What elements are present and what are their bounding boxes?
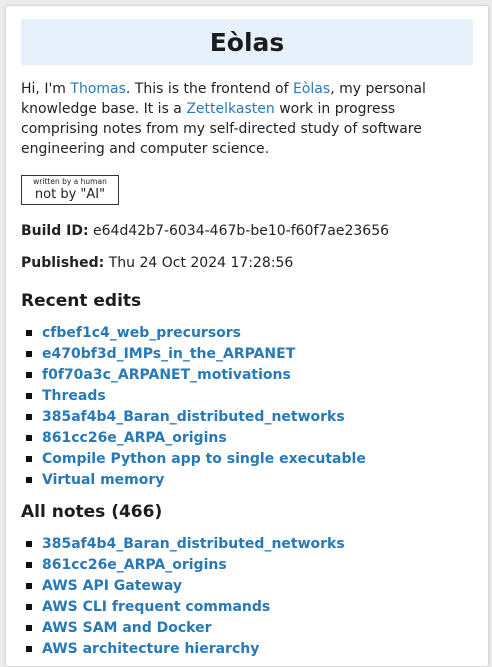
bullet-icon (26, 561, 32, 568)
note-link[interactable]: AWS API Gateway (42, 578, 182, 594)
bullet-icon (26, 434, 32, 441)
note-link[interactable]: Threads (42, 388, 106, 404)
published-value: Thu 24 Oct 2024 17:28:56 (108, 255, 294, 271)
note-link[interactable]: Virtual memory (42, 472, 164, 488)
note-link[interactable]: 385af4b4_Baran_distributed_networks (42, 409, 345, 425)
title-banner: Eòlas (21, 19, 473, 65)
note-link[interactable]: 385af4b4_Baran_distributed_networks (42, 536, 345, 552)
note-link[interactable]: AWS architecture hierarchy (42, 641, 259, 657)
list-item: cfbef1c4_web_precursors (26, 322, 473, 343)
zettelkasten-link[interactable]: Zettelkasten (186, 101, 274, 117)
site-link[interactable]: Eòlas (293, 81, 330, 97)
note-link[interactable]: f0f70a3c_ARPANET_motivations (42, 367, 291, 383)
intro-text: Hi, I'm (21, 81, 71, 97)
badge-line-1: written by a human (33, 177, 107, 186)
note-link[interactable]: cfbef1c4_web_precursors (42, 325, 241, 341)
published-label: Published: (21, 255, 105, 271)
all-notes-list: 385af4b4_Baran_distributed_networks 861c… (21, 533, 473, 659)
bullet-icon (26, 540, 32, 547)
intro-text: . This is the frontend of (125, 81, 293, 97)
list-item: AWS architecture hierarchy (26, 638, 473, 659)
list-item: Threads (26, 385, 473, 406)
bullet-icon (26, 350, 32, 357)
bullet-icon (26, 455, 32, 462)
note-link[interactable]: e470bf3d_IMPs_in_the_ARPANET (42, 346, 295, 362)
list-item: 861cc26e_ARPA_origins (26, 427, 473, 448)
list-item: f0f70a3c_ARPANET_motivations (26, 364, 473, 385)
content: Eòlas Hi, I'm Thomas. This is the fronte… (21, 19, 473, 659)
list-item: 861cc26e_ARPA_origins (26, 554, 473, 575)
list-item: e470bf3d_IMPs_in_the_ARPANET (26, 343, 473, 364)
badge-line-2: not by "AI" (34, 186, 106, 202)
build-id-label: Build ID: (21, 223, 89, 239)
bullet-icon (26, 582, 32, 589)
bullet-icon (26, 624, 32, 631)
note-link[interactable]: AWS SAM and Docker (42, 620, 212, 636)
page-card: Eòlas Hi, I'm Thomas. This is the fronte… (5, 5, 489, 667)
all-notes-heading: All notes (466) (21, 502, 163, 522)
list-item: Virtual memory (26, 469, 473, 490)
intro-paragraph: Hi, I'm Thomas. This is the frontend of … (21, 79, 473, 159)
not-by-ai-badge: written by a human not by "AI" (21, 175, 119, 205)
bullet-icon (26, 645, 32, 652)
bullet-icon (26, 392, 32, 399)
bullet-icon (26, 476, 32, 483)
page-title: Eòlas (209, 27, 285, 57)
bullet-icon (26, 329, 32, 336)
list-item: 385af4b4_Baran_distributed_networks (26, 533, 473, 554)
bullet-icon (26, 603, 32, 610)
build-id: Build ID: e64d42b7-6034-467b-be10-f60f7a… (21, 221, 473, 241)
published-date: Published: Thu 24 Oct 2024 17:28:56 (21, 253, 473, 273)
note-link[interactable]: 861cc26e_ARPA_origins (42, 430, 227, 446)
list-item: 385af4b4_Baran_distributed_networks (26, 406, 473, 427)
author-link[interactable]: Thomas (70, 81, 126, 97)
list-item: AWS CLI frequent commands (26, 596, 473, 617)
list-item: AWS API Gateway (26, 575, 473, 596)
note-link[interactable]: 861cc26e_ARPA_origins (42, 557, 227, 573)
bullet-icon (26, 413, 32, 420)
bullet-icon (26, 371, 32, 378)
note-link[interactable]: AWS CLI frequent commands (42, 599, 270, 615)
list-item: AWS SAM and Docker (26, 617, 473, 638)
note-link[interactable]: Compile Python app to single executable (42, 451, 366, 467)
recent-edits-list: cfbef1c4_web_precursors e470bf3d_IMPs_in… (21, 322, 473, 490)
build-id-value: e64d42b7-6034-467b-be10-f60f7ae23656 (93, 223, 390, 239)
recent-edits-heading: Recent edits (21, 291, 142, 311)
list-item: Compile Python app to single executable (26, 448, 473, 469)
